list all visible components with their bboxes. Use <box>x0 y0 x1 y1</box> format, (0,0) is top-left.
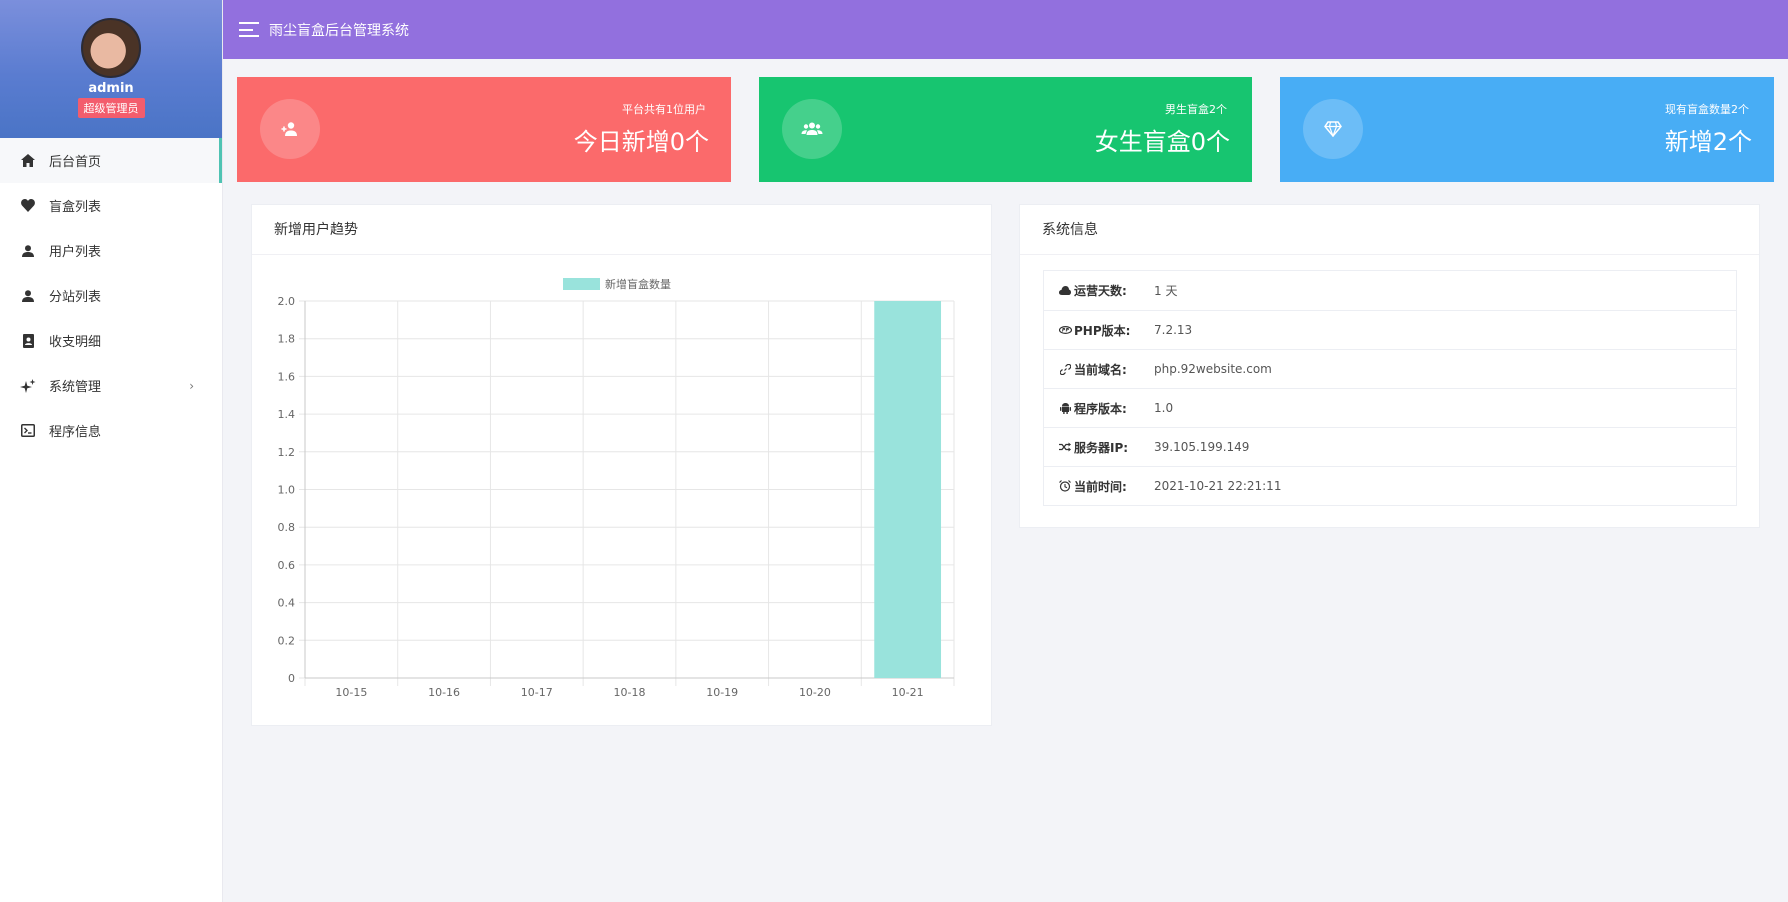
sidebar-item-label: 后台首页 <box>49 155 102 170</box>
role-badge: 超级管理员 <box>77 98 145 118</box>
y-tick-label: 2.0 <box>278 295 296 308</box>
user-trend-chart: 0 0.2 0.4 0.6 0.8 1.0 1.2 1.4 1.6 1.8 2.0 10-15 10-1… <box>278 277 955 699</box>
y-tick-label: 0.2 <box>278 634 296 647</box>
legend-swatch <box>563 278 600 290</box>
add-user-icon <box>260 99 320 159</box>
topbar: 雨尘盲盒后台管理系统 <box>223 0 1788 59</box>
sidebar-item-label: 用户列表 <box>49 245 102 260</box>
avatar[interactable] <box>81 18 141 78</box>
sidebar-item-label: 盲盒列表 <box>49 200 102 215</box>
y-tick-label: 0.8 <box>278 521 296 534</box>
panel-title: 新增用户趋势 <box>252 205 991 255</box>
x-tick-label: 10-15 <box>335 686 367 699</box>
sidebar-item-blindbox-list[interactable]: 盲盒列表 <box>0 183 222 228</box>
stat-subtitle: 现有盲盒数量2个 <box>1665 103 1749 116</box>
user-icon <box>20 243 36 259</box>
shuffle-icon <box>1058 440 1072 454</box>
sidebar-item-user-list[interactable]: 用户列表 <box>0 228 222 273</box>
x-tick-label: 10-16 <box>428 686 460 699</box>
y-tick-label: 1.6 <box>278 370 296 383</box>
sparkle-icon <box>20 378 36 394</box>
y-tick-label: 1.2 <box>278 446 296 459</box>
info-label: 运营天数: <box>1074 284 1127 298</box>
chevron-right-icon: › <box>189 378 194 393</box>
user-trend-panel: 新增用户趋势 0 0.2 0.4 0.6 0.8 1.0 1.2 1.4 1.6 1.8 2.0 10… <box>251 204 992 726</box>
stat-card-users: 平台共有1位用户 今日新增0个 <box>237 77 731 182</box>
info-label: PHP版本: <box>1074 323 1131 338</box>
sidebar-item-label: 系统管理 <box>49 380 102 395</box>
link-icon <box>1058 362 1072 376</box>
sidebar: admin 超级管理员 后台首页 盲盒列表 用户列表 分站列表 收支明细 系统管… <box>0 0 223 902</box>
y-tick-label: 1.8 <box>278 333 296 346</box>
info-row-server-ip: 服务器IP: 39.105.199.149 <box>1044 427 1736 466</box>
sidebar-item-system-management[interactable]: 系统管理 › <box>0 363 222 408</box>
home-icon <box>20 153 36 169</box>
y-tick-label: 0.4 <box>278 597 296 610</box>
user-icon <box>20 288 36 304</box>
app-title: 雨尘盲盒后台管理系统 <box>269 22 409 39</box>
sidebar-item-home[interactable]: 后台首页 <box>0 138 222 183</box>
stat-subtitle: 平台共有1位用户 <box>622 103 706 116</box>
info-label: 服务器IP: <box>1074 440 1129 455</box>
profile-panel: admin 超级管理员 <box>0 0 222 138</box>
info-row-program-version: 程序版本: 1.0 <box>1044 388 1736 427</box>
info-value: 1 天 <box>1154 284 1178 298</box>
legend-label: 新增盲盒数量 <box>605 277 671 291</box>
stat-card-boxes-gender: 男生盲盒2个 女生盲盒0个 <box>759 77 1252 182</box>
sidebar-item-income-expense[interactable]: 收支明细 <box>0 318 222 363</box>
stat-main-value: 女生盲盒0个 <box>1094 128 1230 156</box>
diamond-icon <box>1303 99 1363 159</box>
x-tick-label: 10-17 <box>521 686 553 699</box>
x-tick-label: 10-20 <box>799 686 831 699</box>
stat-main-value: 今日新增0个 <box>573 128 709 156</box>
info-label: 当前时间: <box>1074 479 1127 494</box>
bar <box>874 301 942 678</box>
cloud-icon <box>1058 284 1072 298</box>
heart-icon <box>20 198 36 214</box>
y-tick-label: 0 <box>288 672 295 685</box>
stat-subtitle: 男生盲盒2个 <box>1165 103 1227 116</box>
stat-card-box-count: 现有盲盒数量2个 新增2个 <box>1280 77 1774 182</box>
info-value: 2021-10-21 22:21:11 <box>1154 479 1282 493</box>
info-label: 当前域名: <box>1074 362 1127 377</box>
info-row-domain: 当前域名: php.92website.com <box>1044 349 1736 388</box>
php-icon <box>1058 323 1072 337</box>
info-label: 程序版本: <box>1074 401 1127 416</box>
x-tick-label: 10-18 <box>614 686 646 699</box>
sidebar-item-label: 收支明细 <box>49 335 102 350</box>
system-info-table: 运营天数: 1 天 PHP版本: 7.2.13 当前域名: php.92webs… <box>1043 270 1737 506</box>
info-row-current-time: 当前时间: 2021-10-21 22:21:11 <box>1044 466 1736 505</box>
info-value: 7.2.13 <box>1154 323 1193 337</box>
alarm-icon <box>1058 479 1072 493</box>
menu-toggle-icon[interactable] <box>239 22 259 37</box>
contact-book-icon <box>20 333 36 349</box>
y-tick-label: 1.4 <box>278 408 296 421</box>
info-value: 1.0 <box>1154 401 1174 415</box>
y-tick-label: 1.0 <box>278 484 296 497</box>
info-value: php.92website.com <box>1154 362 1272 376</box>
info-row-days: 运营天数: 1 天 <box>1044 271 1736 310</box>
sidebar-menu: 后台首页 盲盒列表 用户列表 分站列表 收支明细 系统管理 › 程序信息 <box>0 138 222 453</box>
y-tick-label: 0.6 <box>278 559 296 572</box>
panel-title: 系统信息 <box>1020 205 1759 255</box>
system-info-panel: 系统信息 运营天数: 1 天 PHP版本: 7.2.13 当前域名: php.9… <box>1019 204 1760 528</box>
sidebar-item-substation-list[interactable]: 分站列表 <box>0 273 222 318</box>
stat-main-value: 新增2个 <box>1664 128 1752 156</box>
sidebar-item-program-info[interactable]: 程序信息 <box>0 408 222 453</box>
info-value: 39.105.199.149 <box>1154 440 1250 454</box>
users-icon <box>782 99 842 159</box>
username: admin <box>88 81 134 96</box>
android-icon <box>1058 401 1072 415</box>
terminal-icon <box>20 423 36 439</box>
x-tick-label: 10-19 <box>706 686 738 699</box>
sidebar-item-label: 程序信息 <box>49 425 102 440</box>
x-tick-label: 10-21 <box>892 686 924 699</box>
sidebar-item-label: 分站列表 <box>49 290 102 305</box>
info-row-php-version: PHP版本: 7.2.13 <box>1044 310 1736 349</box>
